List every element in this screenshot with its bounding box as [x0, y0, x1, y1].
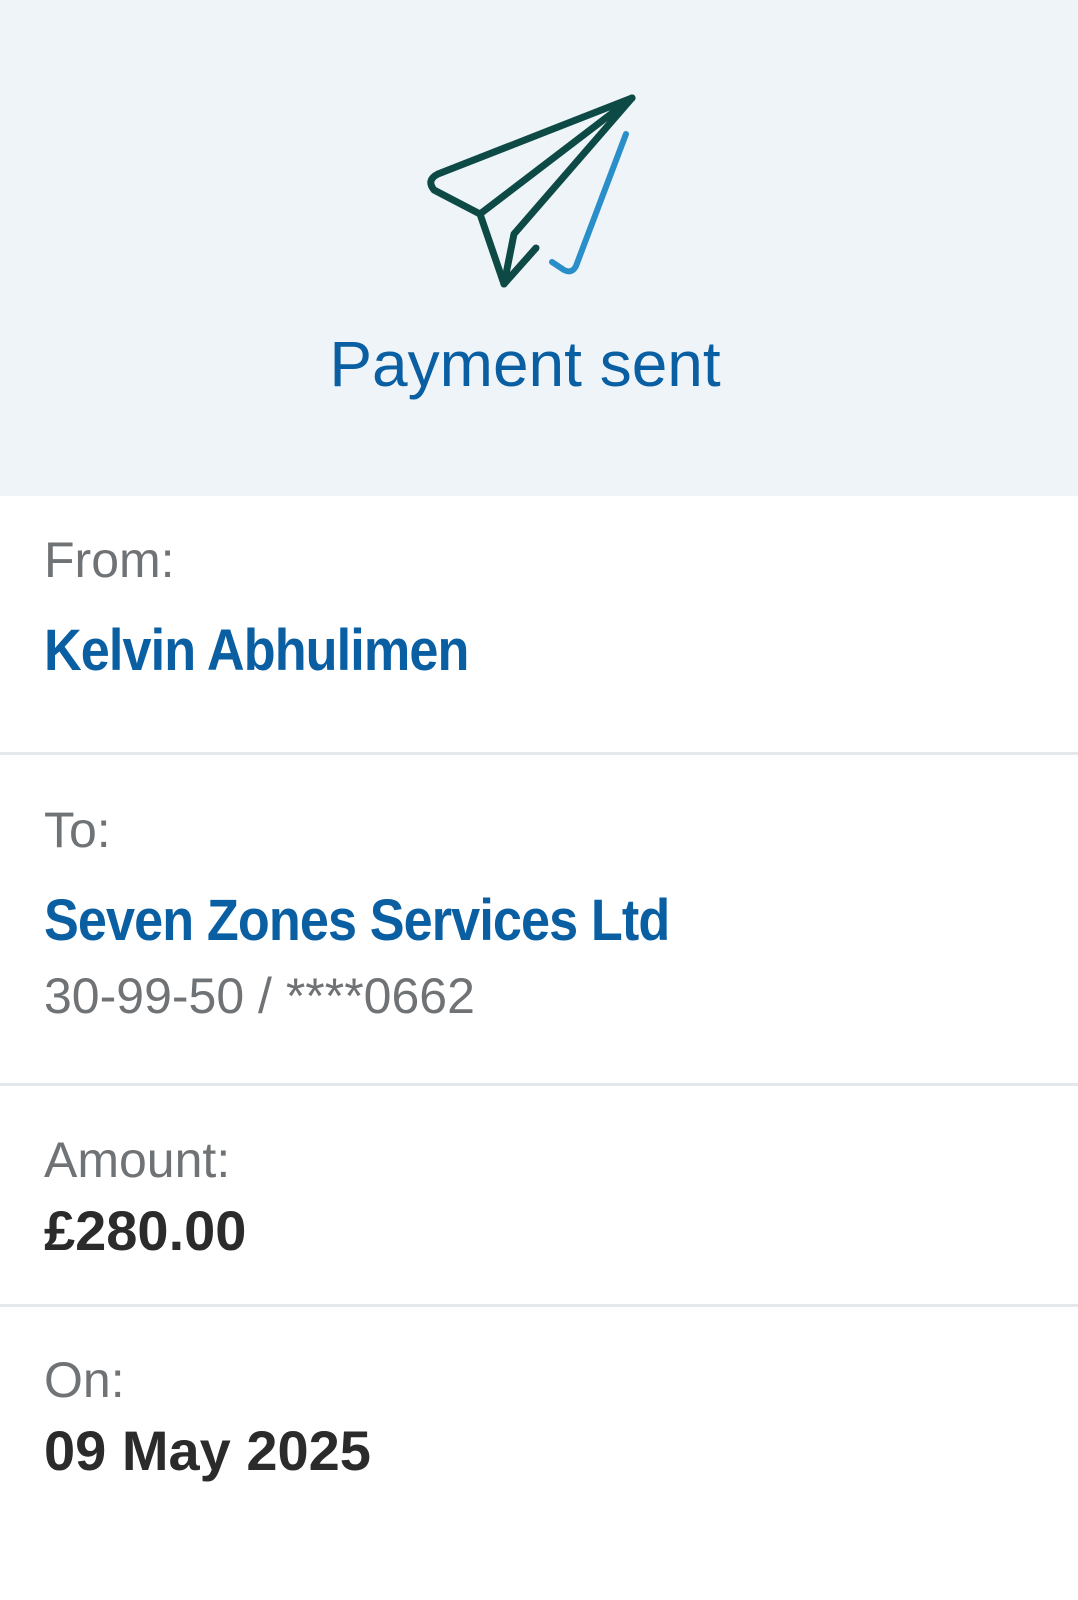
from-label: From: [44, 532, 175, 588]
to-account: 30-99-50 / ****0662 [44, 968, 475, 1024]
to-name: Seven Zones Services Ltd [44, 888, 670, 953]
page-title: Payment sent [329, 328, 721, 400]
date-value: 09 May 2025 [44, 1419, 371, 1482]
from-name: Kelvin Abhulimen [44, 618, 469, 683]
date-label: On: [44, 1352, 125, 1408]
divider [0, 752, 1078, 755]
paper-plane-icon [427, 94, 636, 288]
to-label: To: [44, 802, 111, 858]
amount-value: £280.00 [44, 1199, 247, 1262]
payment-status-header: Payment sent [0, 0, 1078, 496]
amount-label: Amount: [44, 1132, 231, 1188]
divider [0, 1304, 1078, 1307]
divider [0, 1083, 1078, 1086]
